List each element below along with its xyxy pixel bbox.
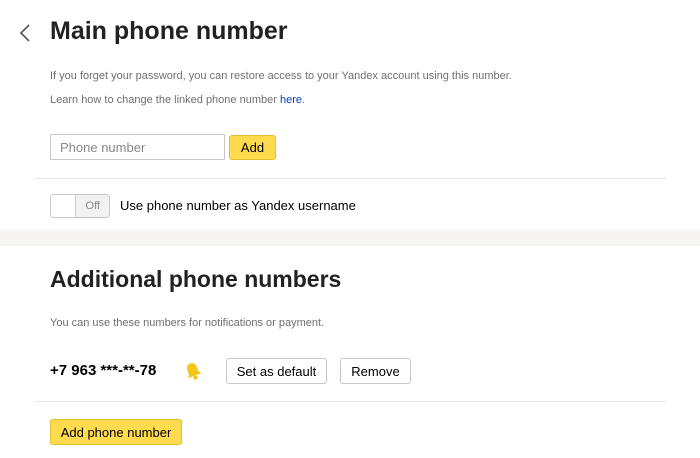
phone-number-input[interactable]	[50, 134, 225, 160]
back-button[interactable]	[16, 22, 36, 44]
hint-suffix: .	[301, 94, 306, 106]
main-description: If you forget your password, you can res…	[50, 70, 512, 82]
remove-button[interactable]: Remove	[340, 358, 411, 384]
divider	[35, 178, 666, 179]
bell-icon	[187, 363, 202, 380]
toggle-state-label: Off	[85, 200, 100, 212]
add-button[interactable]: Add	[229, 135, 276, 160]
additional-description: You can use these numbers for notificati…	[50, 317, 325, 329]
page-title: Main phone number	[50, 17, 288, 45]
notification-toggle[interactable]	[183, 360, 203, 382]
additional-section-title: Additional phone numbers	[50, 266, 342, 292]
here-link[interactable]: here	[280, 94, 302, 106]
username-toggle[interactable]: Off	[50, 194, 110, 218]
change-number-hint: Learn how to change the linked phone num…	[50, 94, 305, 106]
section-separator	[0, 230, 700, 246]
toggle-label: Use phone number as Yandex username	[120, 198, 356, 213]
hint-text: Learn how to change the linked phone num…	[50, 94, 280, 106]
set-as-default-button[interactable]: Set as default	[226, 358, 327, 384]
toggle-knob	[51, 195, 76, 217]
phone-number-value: +7 963 ***-**-78	[50, 362, 157, 379]
divider	[35, 401, 666, 402]
chevron-left-icon	[19, 24, 30, 42]
add-phone-number-button[interactable]: Add phone number	[50, 419, 182, 445]
